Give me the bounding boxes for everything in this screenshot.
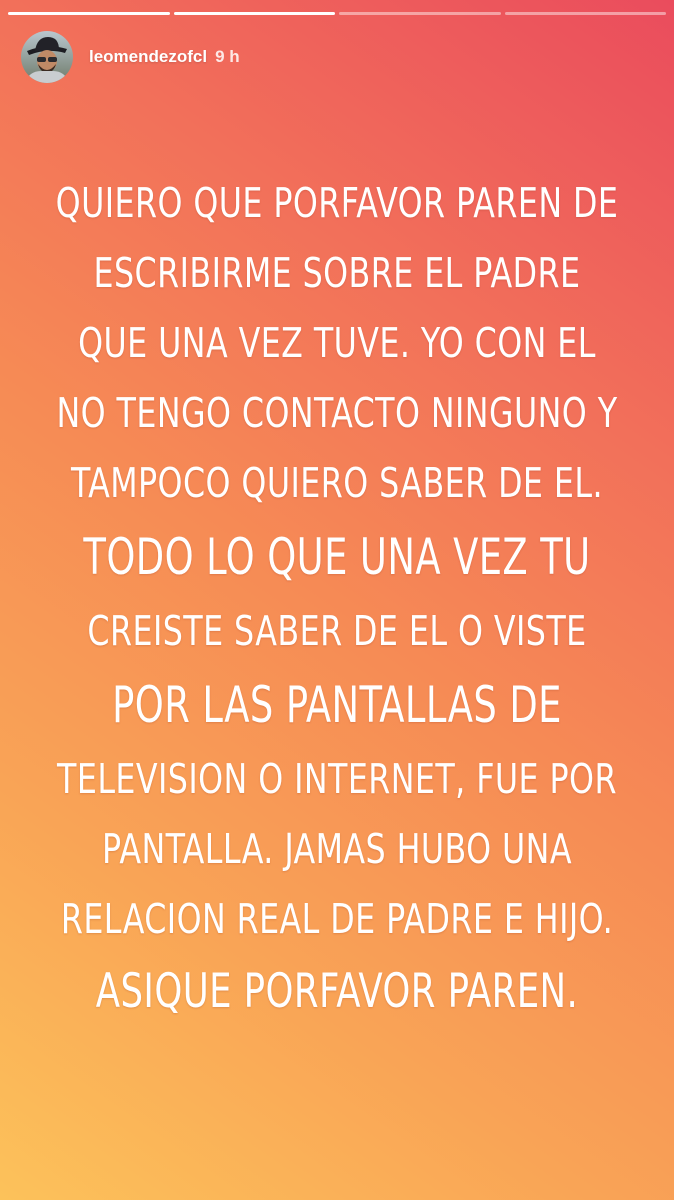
story-text-line: NO TENGO CONTACTO NINGUNO Y <box>56 389 618 437</box>
profile-photo-icon <box>21 31 73 83</box>
story-text-line: PANTALLA. JAMAS HUBO UNA <box>102 825 572 873</box>
story-text-line: QUE UNA VEZ TUVE. YO CON EL <box>78 319 596 367</box>
story-text-line: POR LAS PANTALLAS DE <box>112 676 562 734</box>
story-username[interactable]: leomendezofcl <box>89 47 207 67</box>
story-text-line: CREISTE SABER DE EL O VISTE <box>87 607 587 655</box>
story-text-line: QUIERO QUE PORFAVOR PAREN DE <box>55 179 619 227</box>
story-progress-segment <box>504 12 666 15</box>
story-progress-bars <box>8 12 666 15</box>
story-text-line: ESCRIBIRME SOBRE EL PADRE <box>93 249 581 297</box>
story-text-line: ASIQUE PORFAVOR PAREN. <box>95 964 579 1019</box>
story-text-line: TODO LO QUE UNA VEZ TU <box>83 528 591 586</box>
story-progress-segment <box>173 12 335 15</box>
story-text-line: TELEVISION O INTERNET, FUE POR <box>57 755 617 803</box>
story-text-block: QUIERO QUE PORFAVOR PAREN DE ESCRIBIRME … <box>0 168 674 1030</box>
story-viewer[interactable]: leomendezofcl 9 h QUIERO QUE PORFAVOR PA… <box>0 0 674 1200</box>
story-timestamp: 9 h <box>215 47 240 66</box>
story-text-line: RELACION REAL DE PADRE E HIJO. <box>60 895 614 943</box>
story-header: leomendezofcl 9 h <box>21 31 240 83</box>
story-progress-segment <box>339 12 501 15</box>
avatar[interactable] <box>21 31 73 83</box>
story-text-line: TAMPOCO QUIERO SABER DE EL. <box>71 459 603 507</box>
story-progress-segment <box>8 12 170 15</box>
